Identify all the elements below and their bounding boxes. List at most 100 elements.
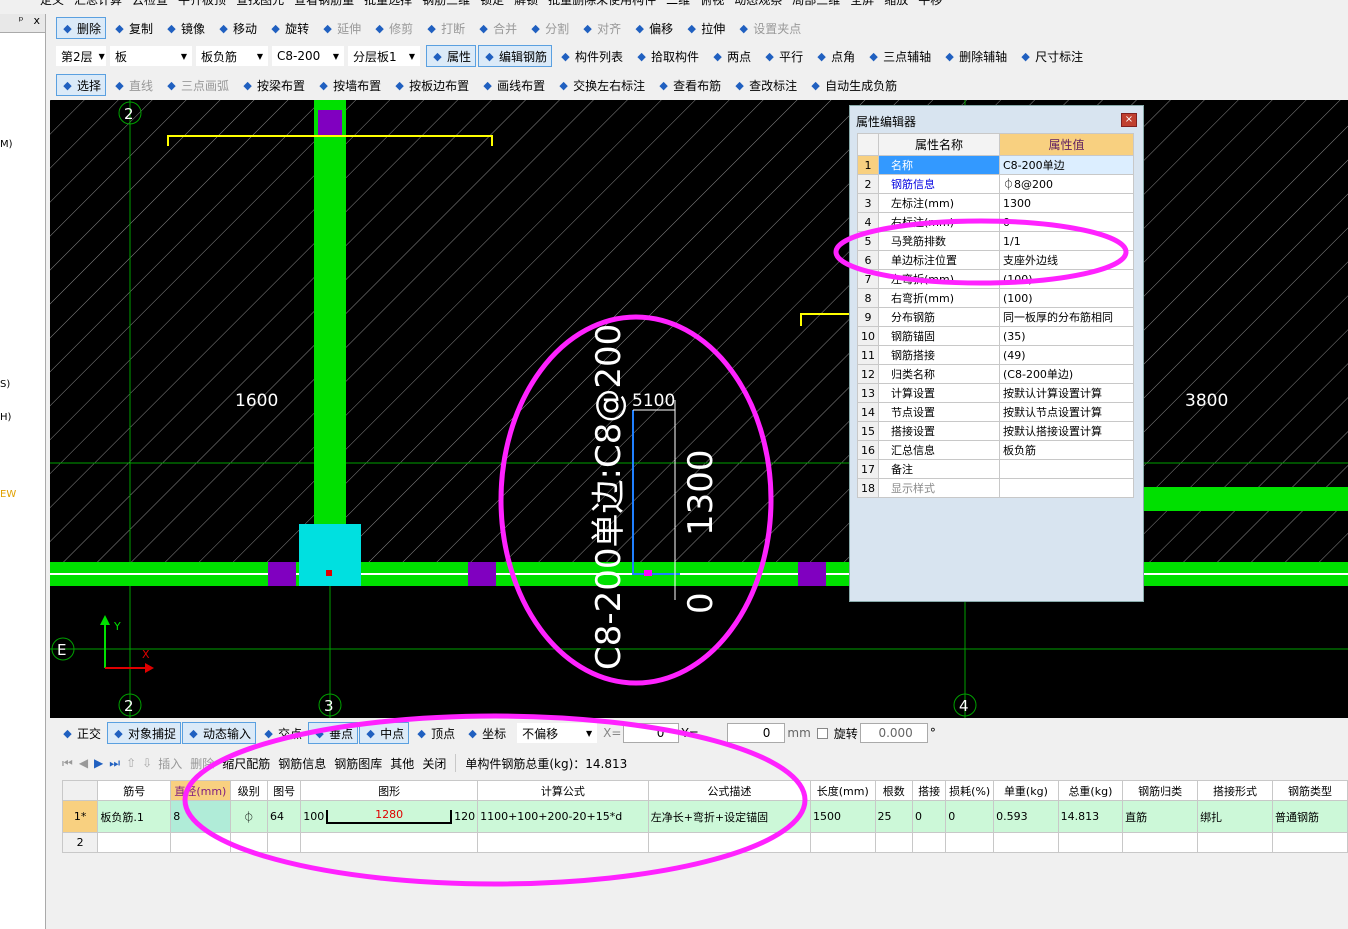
snap-button[interactable]: ◆ 对象捕捉 — [107, 722, 182, 744]
property-row[interactable]: 13 计算设置 按默认计算设置计算 — [857, 383, 1134, 403]
table-cell[interactable] — [911, 832, 947, 853]
top-toolbar-item[interactable]: 缩放 — [884, 0, 908, 8]
top-toolbar-item[interactable]: 俯视 — [700, 0, 724, 8]
top-toolbar-item[interactable]: 汇总计算 — [74, 0, 122, 8]
property-row[interactable]: 11 钢筋搭接 (49) — [857, 345, 1134, 365]
column-header[interactable]: 搭接形式 — [1197, 780, 1273, 801]
top-toolbar-item[interactable]: 锁定 — [480, 0, 504, 8]
table-cell[interactable]: 绑扎 — [1197, 800, 1273, 833]
close-icon[interactable]: × — [1121, 113, 1137, 127]
draw-button[interactable]: ◆ 三点画弧 — [160, 74, 234, 96]
edit-button[interactable]: ◆ 复制 — [108, 17, 158, 39]
property-value[interactable]: ⏀8@200 — [999, 174, 1134, 194]
edit-button[interactable]: ◆ 旋转 — [264, 17, 314, 39]
table-cell[interactable]: 14.813 — [1057, 800, 1124, 833]
component-button[interactable]: ◆ 两点 — [706, 45, 756, 67]
snap-button[interactable]: ◆ 正交 — [56, 722, 106, 744]
draw-button[interactable]: ◆ 按梁布置 — [236, 74, 310, 96]
property-value[interactable]: (C8-200单边) — [999, 364, 1134, 384]
property-value[interactable]: 按默认计算设置计算 — [999, 383, 1134, 403]
close-icon[interactable]: x — [33, 14, 40, 32]
top-toolbar-item[interactable]: 钢筋三维 — [422, 0, 470, 8]
draw-button[interactable]: ◆ 交换左右标注 — [552, 74, 650, 96]
component-button[interactable]: ◆ 属性 — [426, 45, 477, 67]
component-button[interactable]: ◆ 平行 — [758, 45, 808, 67]
component-button[interactable]: ◆ 构件列表 — [554, 45, 628, 67]
column-header[interactable]: 钢筋归类 — [1122, 780, 1199, 801]
move-up-icon[interactable]: ⇧ — [126, 756, 136, 770]
component-button[interactable]: ◆ 拾取构件 — [630, 45, 704, 67]
rebar-toolbar-item[interactable]: 插入 — [158, 755, 182, 772]
table-cell[interactable] — [1057, 832, 1124, 853]
property-row[interactable]: 16 汇总信息 板负筋 — [857, 440, 1134, 460]
rebar-grip[interactable] — [644, 570, 652, 576]
table-cell[interactable] — [1122, 832, 1199, 853]
selector-dropdown[interactable]: C8-200 ▼ — [272, 46, 344, 66]
beam-right[interactable] — [1143, 487, 1348, 511]
property-value[interactable]: (35) — [999, 326, 1134, 346]
property-value[interactable]: 按默认节点设置计算 — [999, 402, 1134, 422]
table-cell[interactable] — [993, 832, 1059, 853]
component-button[interactable]: ◆ 尺寸标注 — [1014, 45, 1088, 67]
top-toolbar-item[interactable]: 平齐板顶 — [178, 0, 226, 8]
component-button[interactable]: ◆ 删除辅轴 — [938, 45, 1012, 67]
beam-vertical[interactable] — [314, 100, 346, 565]
property-row[interactable]: 9 分布钢筋 同一板厚的分布筋相同 — [857, 307, 1134, 327]
property-value[interactable]: C8-200单边 — [999, 155, 1134, 175]
property-value[interactable]: 同一板厚的分布筋相同 — [999, 307, 1134, 327]
drawing-canvas[interactable]: 1600 3800 5100 1300 0 C8-200单边:C8@200 2 … — [50, 100, 1348, 718]
table-cell[interactable]: 0 — [945, 800, 995, 833]
property-row[interactable]: 1 名称 C8-200单边 — [857, 155, 1134, 175]
property-row[interactable]: 14 节点设置 按默认节点设置计算 — [857, 402, 1134, 422]
property-row[interactable]: 18 显示样式 — [857, 478, 1134, 498]
component-button[interactable]: ◆ 点角 — [810, 45, 860, 67]
column-header[interactable]: 根数 — [874, 780, 913, 801]
first-icon[interactable]: ⏮ — [62, 756, 73, 771]
top-toolbar-item[interactable]: 定义 — [40, 0, 64, 8]
edit-button[interactable]: ◆ 移动 — [212, 17, 262, 39]
edit-button[interactable]: ◆ 分割 — [524, 17, 574, 39]
rebar-label[interactable]: C8-200单边:C8@200 — [589, 324, 629, 670]
selector-dropdown[interactable]: 第2层 ▼ — [56, 46, 106, 66]
property-row[interactable]: 12 归类名称 (C8-200单边) — [857, 364, 1134, 384]
selector-dropdown[interactable]: 分层板1 ▼ — [348, 46, 420, 66]
draw-button[interactable]: ◆ 选择 — [56, 74, 107, 96]
top-toolbar-item[interactable]: 局部三维 — [792, 0, 840, 8]
table-cell[interactable]: 1500 — [810, 800, 876, 833]
table-cell[interactable]: 0.593 — [993, 800, 1059, 833]
top-toolbar-item[interactable]: 动态观察 — [734, 0, 782, 8]
selector-dropdown[interactable]: 板负筋 ▼ — [196, 46, 268, 66]
column-header[interactable]: 钢筋类型 — [1271, 780, 1348, 801]
property-value[interactable]: (49) — [999, 345, 1134, 365]
draw-button[interactable]: ◆ 画线布置 — [476, 74, 550, 96]
move-down-icon[interactable]: ⇩ — [142, 756, 152, 770]
draw-button[interactable]: ◆ 直线 — [108, 74, 158, 96]
draw-button[interactable]: ◆ 按板边布置 — [388, 74, 474, 96]
table-cell[interactable] — [810, 832, 876, 853]
edit-button[interactable]: ◆ 打断 — [420, 17, 470, 39]
edit-button[interactable]: ◆ 对齐 — [576, 17, 626, 39]
table-cell[interactable]: 板负筋.1 — [97, 800, 172, 833]
column-header[interactable]: 总重(kg) — [1057, 780, 1124, 801]
table-cell[interactable]: 普通钢筋 — [1271, 800, 1348, 833]
top-toolbar-item[interactable]: 查找图元 — [236, 0, 284, 8]
edit-button[interactable]: ◆ 设置夹点 — [732, 17, 806, 39]
top-toolbar-item[interactable]: 批量删除未使用构件 — [548, 0, 656, 8]
top-toolbar-item[interactable]: 全屏 — [850, 0, 874, 8]
last-icon[interactable]: ⏭ — [109, 756, 120, 771]
column-header[interactable]: 损耗(%) — [945, 780, 995, 801]
table-cell[interactable] — [1197, 832, 1273, 853]
draw-button[interactable]: ◆ 查改标注 — [728, 74, 802, 96]
property-row[interactable]: 2 钢筋信息 ⏀8@200 — [857, 174, 1134, 194]
property-row[interactable]: 3 左标注(mm) 1300 — [857, 193, 1134, 213]
top-toolbar-item[interactable]: 云检查 — [132, 0, 168, 8]
property-value[interactable] — [999, 478, 1134, 498]
component-button[interactable]: ◆ 三点辅轴 — [862, 45, 936, 67]
draw-button[interactable]: ◆ 自动生成负筋 — [804, 74, 902, 96]
table-cell[interactable] — [97, 832, 172, 853]
rotate-input[interactable]: 0.000 — [859, 723, 928, 743]
column-header[interactable]: 单重(kg) — [993, 780, 1059, 801]
edit-button[interactable]: ◆ 修剪 — [368, 17, 418, 39]
component-button[interactable]: ◆ 编辑钢筋 — [478, 45, 553, 67]
column-header[interactable]: 筋号 — [97, 780, 172, 801]
